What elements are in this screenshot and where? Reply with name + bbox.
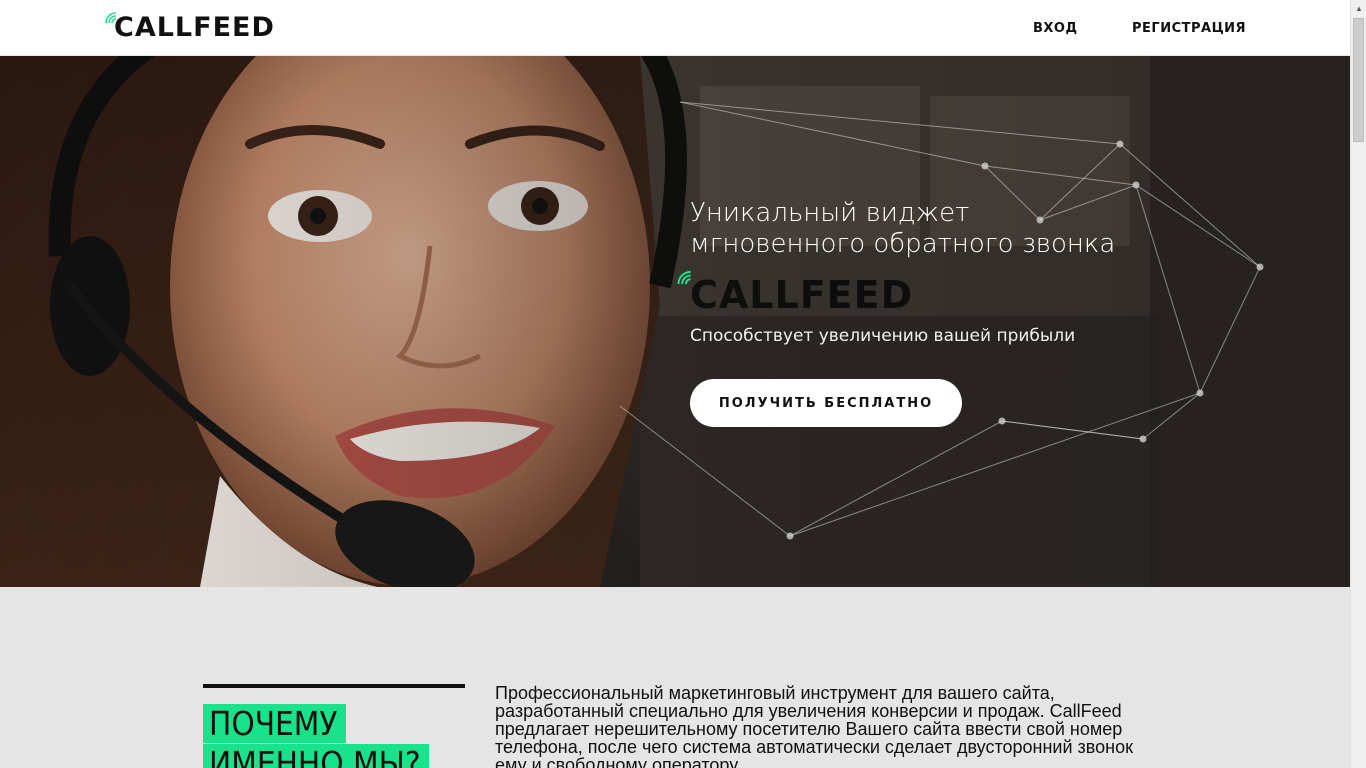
hero-title-line2: мгновенного обратного звонка [690, 229, 1116, 259]
section-divider [203, 684, 465, 688]
logo-text: CALLFEED [114, 12, 275, 43]
hero-logo-text: CALLFEED [690, 273, 914, 317]
site-header: CALLFEED ВХОД РЕГИСТРАЦИЯ [0, 0, 1350, 56]
why-us-heading: ПОЧЕМУ ИМЕННО МЫ? [203, 704, 429, 768]
hero-title: Уникальный виджет мгновенного обратного … [690, 198, 1250, 260]
why-us-heading-line1: ПОЧЕМУ [203, 704, 346, 743]
network-lines-decoration [619, 101, 1264, 540]
logo[interactable]: CALLFEED [104, 10, 275, 46]
nav-login-link[interactable]: ВХОД [1033, 0, 1078, 56]
why-us-section: ПОЧЕМУ ИМЕННО МЫ? Профессиональный марке… [0, 587, 1350, 768]
nav-register-link[interactable]: РЕГИСТРАЦИЯ [1132, 0, 1246, 56]
page-scrollbar[interactable]: ▲ [1350, 0, 1366, 768]
scroll-thumb[interactable] [1353, 18, 1364, 142]
hero-subtitle: Способствует увеличению вашей прибыли [690, 326, 1076, 346]
get-free-button[interactable]: ПОЛУЧИТЬ БЕСПЛАТНО [690, 379, 962, 427]
about-description: Профессиональный маркетинговый инструмен… [495, 683, 1133, 768]
hero-section: Уникальный виджет мгновенного обратного … [0, 56, 1350, 587]
signal-wave-icon [105, 12, 117, 24]
hero-title-line1: Уникальный виджет [690, 198, 970, 228]
scroll-up-arrow-icon[interactable]: ▲ [1351, 0, 1366, 16]
why-us-heading-line2: ИМЕННО МЫ? [203, 744, 429, 768]
